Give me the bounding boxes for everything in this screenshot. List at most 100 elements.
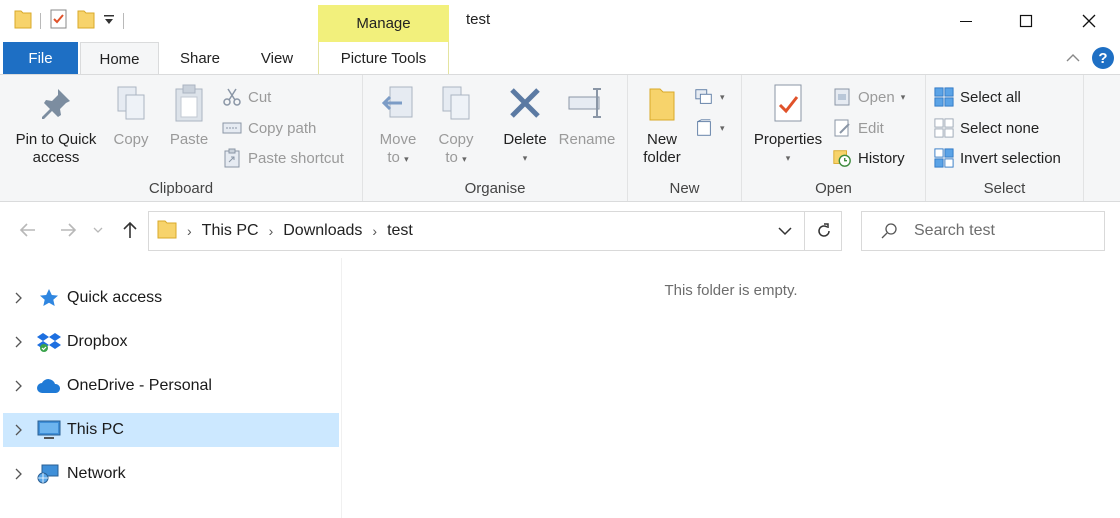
address-bar[interactable]: › This PC › Downloads › test bbox=[148, 211, 842, 251]
history-button[interactable]: History bbox=[832, 146, 905, 170]
ribbon-right-controls: ? bbox=[1066, 47, 1114, 69]
tab-home[interactable]: Home bbox=[80, 42, 159, 75]
onedrive-icon bbox=[35, 374, 63, 398]
up-button[interactable] bbox=[116, 216, 144, 244]
breadcrumb-downloads[interactable]: Downloads bbox=[283, 222, 362, 240]
paste-shortcut-button[interactable]: Paste shortcut bbox=[222, 146, 344, 170]
pin-label-line2: access bbox=[32, 149, 80, 166]
new-item-button[interactable]: ▾ bbox=[694, 85, 725, 109]
maximize-button[interactable] bbox=[995, 0, 1057, 42]
ribbon: Pin to Quick access Copy Paste Cut Copy … bbox=[0, 74, 1120, 202]
new-folder-button[interactable]: New folder bbox=[636, 81, 688, 167]
nav-item-label: Quick access bbox=[67, 289, 163, 306]
nav-item-label: Dropbox bbox=[67, 333, 128, 350]
tab-manage[interactable]: Manage bbox=[318, 5, 449, 42]
search-box[interactable] bbox=[861, 211, 1105, 251]
chevron-right-icon[interactable]: › bbox=[372, 223, 377, 239]
nav-item-onedrive[interactable]: OneDrive - Personal bbox=[3, 369, 339, 403]
copy-to-label-line2: to ▾ bbox=[445, 149, 467, 166]
customize-qat-icon[interactable] bbox=[103, 12, 115, 30]
help-icon[interactable]: ? bbox=[1092, 47, 1114, 69]
copy-path-label: Copy path bbox=[248, 119, 317, 137]
new-folder-icon[interactable] bbox=[77, 8, 95, 34]
maximize-icon bbox=[1019, 14, 1033, 28]
open-button[interactable]: Open ▾ bbox=[832, 85, 905, 109]
pin-label-line1: Pin to Quick bbox=[15, 131, 97, 148]
move-to-label-line1: Move bbox=[379, 131, 417, 148]
recent-locations-button[interactable] bbox=[88, 216, 108, 244]
rename-button[interactable]: Rename bbox=[557, 81, 617, 149]
network-icon bbox=[35, 462, 63, 486]
select-none-button[interactable]: Select none bbox=[934, 116, 1039, 140]
select-all-button[interactable]: Select all bbox=[934, 85, 1021, 109]
copy-icon bbox=[111, 81, 151, 125]
chevron-right-icon[interactable] bbox=[5, 468, 31, 480]
back-button[interactable] bbox=[14, 216, 42, 244]
nav-item-this-pc[interactable]: This PC bbox=[3, 413, 339, 447]
breadcrumb: › This PC › Downloads › test bbox=[149, 218, 413, 245]
chevron-right-icon[interactable] bbox=[5, 336, 31, 348]
copy-to-button[interactable]: Copy to ▾ bbox=[433, 81, 479, 168]
nav-item-label: This PC bbox=[67, 421, 124, 438]
ribbon-scroll-edge bbox=[1084, 139, 1112, 175]
chevron-right-icon[interactable]: › bbox=[187, 223, 192, 239]
new-item-caret-icon: ▾ bbox=[720, 91, 725, 102]
group-organise: Move to ▾ Copy to ▾ Delete ▾ Rename Orga… bbox=[363, 75, 628, 201]
properties-button[interactable]: Properties ▾ bbox=[750, 81, 826, 167]
tab-picture-tools[interactable]: Picture Tools bbox=[318, 42, 449, 75]
new-folder-label-line1: New bbox=[646, 131, 677, 148]
breadcrumb-test[interactable]: test bbox=[387, 222, 413, 240]
pin-to-quick-access-button[interactable]: Pin to Quick access bbox=[10, 81, 102, 167]
invert-selection-button[interactable]: Invert selection bbox=[934, 146, 1061, 170]
computer-icon bbox=[35, 418, 63, 442]
new-folder-icon bbox=[642, 81, 682, 125]
paste-label: Paste bbox=[169, 131, 209, 148]
refresh-button[interactable] bbox=[804, 211, 842, 251]
search-icon bbox=[881, 223, 897, 239]
folder-icon bbox=[157, 218, 177, 245]
dropbox-icon bbox=[35, 330, 63, 354]
qat-separator bbox=[40, 13, 41, 29]
chevron-up-icon[interactable] bbox=[1066, 53, 1080, 63]
cut-button[interactable]: Cut bbox=[222, 85, 271, 109]
move-to-button[interactable]: Move to ▾ bbox=[375, 81, 421, 168]
tab-share[interactable]: Share bbox=[165, 42, 235, 75]
address-dropdown-icon[interactable] bbox=[775, 221, 795, 241]
folder-icon[interactable] bbox=[14, 8, 32, 34]
nav-item-network[interactable]: Network bbox=[3, 457, 339, 491]
open-caret-icon: ▾ bbox=[900, 91, 906, 102]
edit-button[interactable]: Edit bbox=[832, 116, 884, 140]
nav-item-label: Network bbox=[67, 465, 126, 482]
select-all-label: Select all bbox=[960, 88, 1021, 106]
ribbon-tabs: File Home Share View Picture Tools ? bbox=[0, 42, 1120, 75]
nav-item-dropbox[interactable]: Dropbox bbox=[3, 325, 339, 359]
easy-access-button[interactable]: ▾ bbox=[694, 116, 725, 140]
copy-button[interactable]: Copy bbox=[108, 81, 154, 149]
file-list-area[interactable]: This folder is empty. bbox=[342, 258, 1120, 518]
tab-file[interactable]: File bbox=[3, 42, 78, 74]
copy-to-label-line1: Copy bbox=[438, 131, 474, 148]
properties-label: Properties bbox=[753, 131, 823, 148]
breadcrumb-this-pc[interactable]: This PC bbox=[202, 222, 259, 240]
chevron-right-icon[interactable]: › bbox=[269, 223, 274, 239]
search-input[interactable] bbox=[914, 222, 1094, 240]
copy-path-button[interactable]: Copy path bbox=[222, 116, 316, 140]
title-bar: Manage test bbox=[0, 0, 1120, 42]
chevron-right-icon[interactable] bbox=[5, 292, 31, 304]
delete-button[interactable]: Delete ▾ bbox=[499, 81, 551, 167]
paste-button[interactable]: Paste bbox=[164, 81, 214, 149]
minimize-button[interactable] bbox=[935, 0, 997, 42]
delete-x-icon bbox=[505, 81, 545, 125]
properties-icon[interactable] bbox=[49, 8, 69, 34]
qat-separator bbox=[123, 13, 124, 29]
forward-button[interactable] bbox=[54, 216, 82, 244]
nav-item-quick-access[interactable]: Quick access bbox=[3, 281, 339, 315]
group-label-clipboard: Clipboard bbox=[148, 180, 214, 197]
open-label: Open bbox=[858, 88, 895, 106]
window-title: test bbox=[466, 11, 491, 28]
copy-label: Copy bbox=[113, 131, 149, 148]
tab-view[interactable]: View bbox=[243, 42, 311, 75]
close-button[interactable] bbox=[1058, 0, 1120, 42]
chevron-right-icon[interactable] bbox=[5, 380, 31, 392]
chevron-right-icon[interactable] bbox=[5, 424, 31, 436]
